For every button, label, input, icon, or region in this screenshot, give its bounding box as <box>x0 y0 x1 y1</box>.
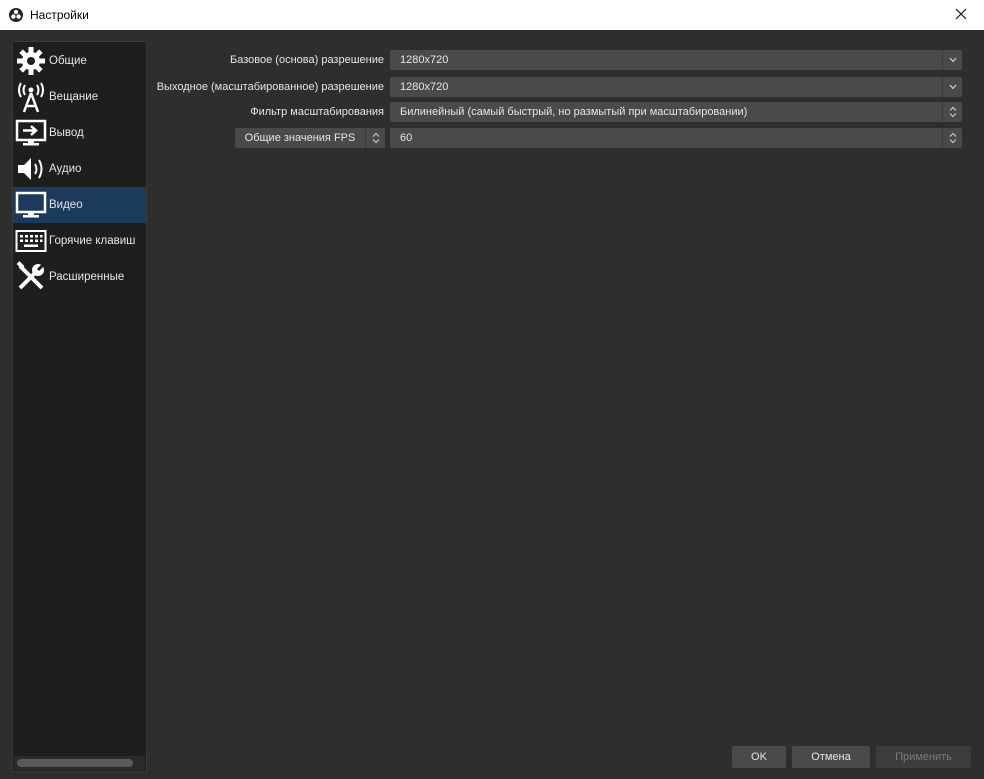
close-window-button[interactable] <box>938 0 984 30</box>
sidebar-horizontal-scrollbar[interactable] <box>14 756 145 770</box>
sidebar-item-advanced[interactable]: Расширенные <box>13 259 146 295</box>
fps-value-select[interactable]: 60 <box>390 128 962 148</box>
obs-app-icon <box>8 7 24 23</box>
fps-row: Общие значения FPS 60 <box>150 128 962 148</box>
output-resolution-label: Выходное (масштабированное) разрешение <box>156 81 384 93</box>
settings-sidebar: Общие Вещание Вывод Аудио Видео Горячие … <box>12 41 147 772</box>
sidebar-item-audio[interactable]: Аудио <box>13 151 146 187</box>
up-down-chevron-icon[interactable] <box>942 128 962 148</box>
scale-filter-select[interactable]: Билинейный (самый быстрый, но размытый п… <box>390 102 962 122</box>
broadcast-antenna-icon <box>13 79 49 115</box>
output-resolution-value[interactable]: 1280x720 <box>400 77 448 97</box>
up-down-chevron-icon[interactable] <box>365 128 385 148</box>
chevron-down-icon[interactable] <box>942 50 962 70</box>
scale-filter-value[interactable]: Билинейный (самый быстрый, но размытый п… <box>400 102 747 122</box>
sidebar-item-label: Аудио <box>49 163 82 175</box>
base-resolution-label: Базовое (основа) разрешение <box>230 54 384 66</box>
output-resolution-combo[interactable]: 1280x720 <box>390 77 962 97</box>
cancel-button[interactable]: Отмена <box>792 746 870 768</box>
chevron-down-icon[interactable] <box>942 77 962 97</box>
output-monitor-icon <box>13 115 49 151</box>
monitor-icon <box>13 187 49 223</box>
sidebar-item-label: Вещание <box>49 91 99 103</box>
sidebar-item-hotkeys[interactable]: Горячие клавиш <box>13 223 146 259</box>
sidebar-item-label: Горячие клавиш <box>49 235 136 247</box>
sidebar-item-output[interactable]: Вывод <box>13 115 146 151</box>
sidebar-item-label: Видео <box>49 199 83 211</box>
sidebar-item-video[interactable]: Видео <box>13 187 146 223</box>
output-resolution-row: Выходное (масштабированное) разрешение 1… <box>150 77 962 97</box>
base-resolution-combo[interactable]: 1280x720 <box>390 50 962 70</box>
scale-filter-label: Фильтр масштабирования <box>250 106 384 118</box>
ok-button[interactable]: OK <box>732 746 786 768</box>
sidebar-item-label: Общие <box>49 55 87 67</box>
window-titlebar: Настройки <box>0 0 984 30</box>
scrollbar-thumb[interactable] <box>17 759 133 767</box>
speaker-icon <box>13 151 49 187</box>
sidebar-item-label: Расширенные <box>49 271 125 283</box>
base-resolution-value[interactable]: 1280x720 <box>400 50 448 70</box>
up-down-chevron-icon[interactable] <box>942 102 962 122</box>
close-icon <box>955 8 967 23</box>
keyboard-icon <box>13 223 49 259</box>
scale-filter-row: Фильтр масштабирования Билинейный (самый… <box>150 102 962 122</box>
sidebar-item-stream[interactable]: Вещание <box>13 79 146 115</box>
base-resolution-row: Базовое (основа) разрешение 1280x720 <box>150 50 962 70</box>
sidebar-item-label: Вывод <box>49 127 84 139</box>
settings-dialog-body: Общие Вещание Вывод Аудио Видео Горячие … <box>0 30 984 779</box>
fps-type-select[interactable]: Общие значения FPS <box>235 128 385 148</box>
fps-value[interactable]: 60 <box>400 128 412 148</box>
tools-icon <box>13 259 49 295</box>
gear-icon <box>13 43 49 79</box>
window-title: Настройки <box>30 8 89 22</box>
fps-type-label[interactable]: Общие значения FPS <box>235 128 365 148</box>
sidebar-item-general[interactable]: Общие <box>13 43 146 79</box>
apply-button[interactable]: Применить <box>876 746 971 768</box>
